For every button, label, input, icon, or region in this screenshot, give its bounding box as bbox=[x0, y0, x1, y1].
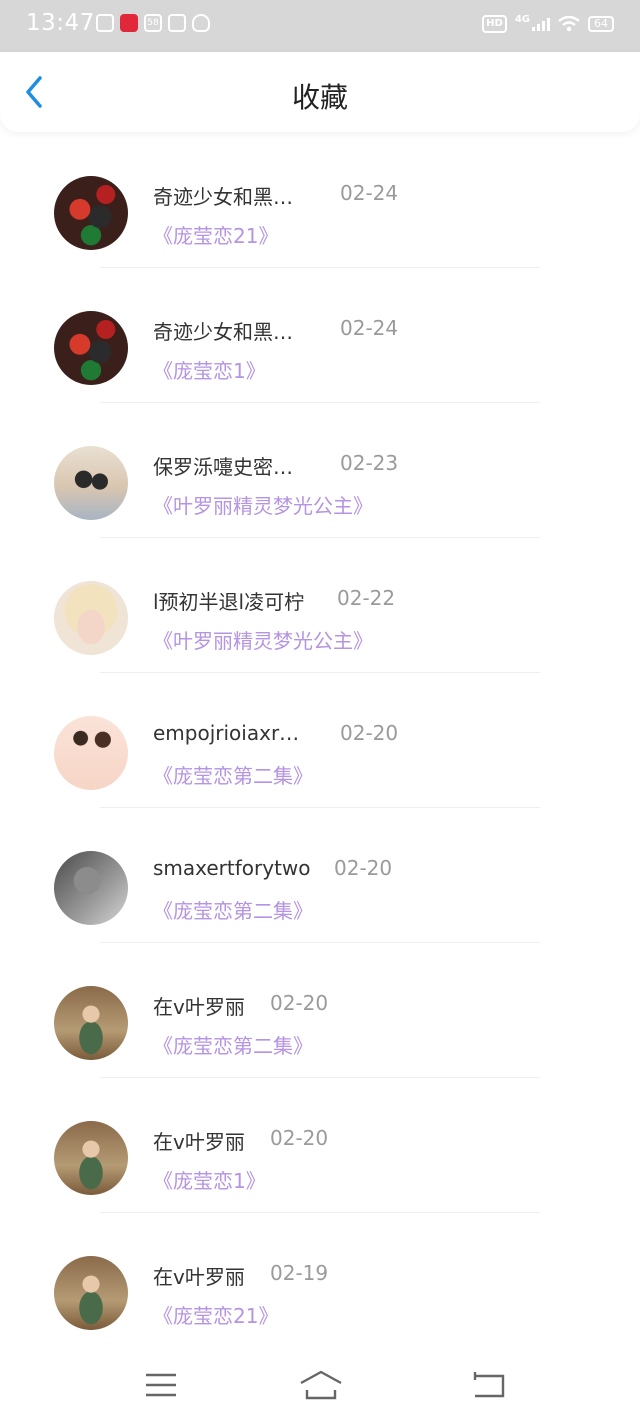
item-name: l预初半退l凌可柠 bbox=[153, 590, 305, 614]
list-item[interactable]: 在v叶罗丽 02-19 《庞莹恋21》 bbox=[0, 1230, 640, 1365]
item-date: 02-19 bbox=[270, 1261, 329, 1285]
item-date: 02-23 bbox=[340, 451, 399, 475]
item-date: 02-22 bbox=[337, 586, 396, 610]
item-work-title[interactable]: 《庞莹恋第二集》 bbox=[153, 895, 313, 924]
item-name: empojrioiaxr… bbox=[153, 721, 300, 745]
item-name: 在v叶罗丽 bbox=[153, 1130, 245, 1154]
status-indicators: HD 4G 64 bbox=[482, 13, 614, 33]
avatar bbox=[54, 581, 128, 655]
divider bbox=[100, 942, 540, 943]
divider bbox=[100, 1212, 540, 1213]
list-item[interactable]: 奇迹少女和黑… 02-24 《庞莹恋21》 bbox=[0, 150, 640, 285]
item-name: 保罗泺嚏史密… bbox=[153, 455, 293, 479]
network-type: 4G bbox=[514, 13, 530, 25]
item-date: 02-20 bbox=[270, 1126, 329, 1150]
system-nav-bar bbox=[0, 1352, 640, 1422]
item-date: 02-20 bbox=[270, 991, 329, 1015]
back-icon bbox=[473, 1372, 505, 1398]
signal-icon bbox=[532, 17, 550, 31]
favorites-list: 奇迹少女和黑… 02-24 《庞莹恋21》 奇迹少女和黑… 02-24 《庞莹恋… bbox=[0, 150, 640, 1365]
item-work-title[interactable]: 《叶罗丽精灵梦光公主》 bbox=[153, 625, 373, 654]
list-item[interactable]: smaxertforytwo 02-20 《庞莹恋第二集》 bbox=[0, 825, 640, 960]
item-name: 奇迹少女和黑… bbox=[153, 185, 293, 209]
divider bbox=[100, 537, 540, 538]
item-work-title[interactable]: 《叶罗丽精灵梦光公主》 bbox=[153, 490, 373, 519]
avatar bbox=[54, 446, 128, 520]
list-item[interactable]: 在v叶罗丽 02-20 《庞莹恋第二集》 bbox=[0, 960, 640, 1095]
notification-app-icon bbox=[120, 14, 138, 32]
avatar bbox=[54, 311, 128, 385]
item-date: 02-24 bbox=[340, 181, 399, 205]
notification-app-icon bbox=[96, 14, 114, 32]
list-item[interactable]: 奇迹少女和黑… 02-24 《庞莹恋1》 bbox=[0, 285, 640, 420]
page-title: 收藏 bbox=[291, 81, 348, 114]
notification-app-icon bbox=[168, 14, 186, 32]
avatar bbox=[54, 716, 128, 790]
divider bbox=[100, 402, 540, 403]
notification-app-icon: 58 bbox=[144, 14, 162, 32]
avatar bbox=[54, 1121, 128, 1195]
avatar bbox=[54, 1256, 128, 1330]
item-work-title[interactable]: 《庞莹恋21》 bbox=[153, 1300, 278, 1329]
notification-app-icon bbox=[192, 14, 210, 32]
list-item[interactable]: 保罗泺嚏史密… 02-23 《叶罗丽精灵梦光公主》 bbox=[0, 420, 640, 555]
divider bbox=[100, 807, 540, 808]
status-bar: 13:47 58 HD 4G 64 bbox=[0, 0, 640, 52]
list-item[interactable]: empojrioiaxr… 02-20 《庞莹恋第二集》 bbox=[0, 690, 640, 825]
list-item[interactable]: l预初半退l凌可柠 02-22 《叶罗丽精灵梦光公主》 bbox=[0, 555, 640, 690]
menu-button[interactable] bbox=[141, 1368, 181, 1402]
avatar bbox=[54, 176, 128, 250]
item-work-title[interactable]: 《庞莹恋第二集》 bbox=[153, 1030, 313, 1059]
item-name: 在v叶罗丽 bbox=[153, 995, 245, 1019]
hd-badge: HD bbox=[482, 15, 507, 33]
item-work-title[interactable]: 《庞莹恋21》 bbox=[153, 220, 278, 249]
item-name: 在v叶罗丽 bbox=[153, 1265, 245, 1289]
item-work-title[interactable]: 《庞莹恋第二集》 bbox=[153, 760, 313, 789]
nav-header: 收藏 bbox=[0, 52, 640, 132]
avatar bbox=[54, 851, 128, 925]
item-date: 02-20 bbox=[340, 721, 399, 745]
divider bbox=[100, 1077, 540, 1078]
item-work-title[interactable]: 《庞莹恋1》 bbox=[153, 1165, 266, 1194]
battery-icon: 64 bbox=[588, 16, 614, 32]
divider bbox=[100, 267, 540, 268]
wifi-icon bbox=[558, 16, 580, 32]
home-button[interactable] bbox=[298, 1368, 344, 1402]
item-work-title[interactable]: 《庞莹恋1》 bbox=[153, 355, 266, 384]
item-name: smaxertforytwo bbox=[153, 856, 311, 880]
status-app-icons: 58 bbox=[96, 14, 210, 32]
avatar bbox=[54, 986, 128, 1060]
item-date: 02-20 bbox=[334, 856, 393, 880]
menu-icon bbox=[146, 1373, 176, 1397]
item-date: 02-24 bbox=[340, 316, 399, 340]
list-item[interactable]: 在v叶罗丽 02-20 《庞莹恋1》 bbox=[0, 1095, 640, 1230]
status-time: 13:47 bbox=[26, 10, 95, 36]
item-name: 奇迹少女和黑… bbox=[153, 320, 293, 344]
divider bbox=[100, 672, 540, 673]
home-icon bbox=[300, 1370, 342, 1400]
return-button[interactable] bbox=[469, 1368, 509, 1402]
